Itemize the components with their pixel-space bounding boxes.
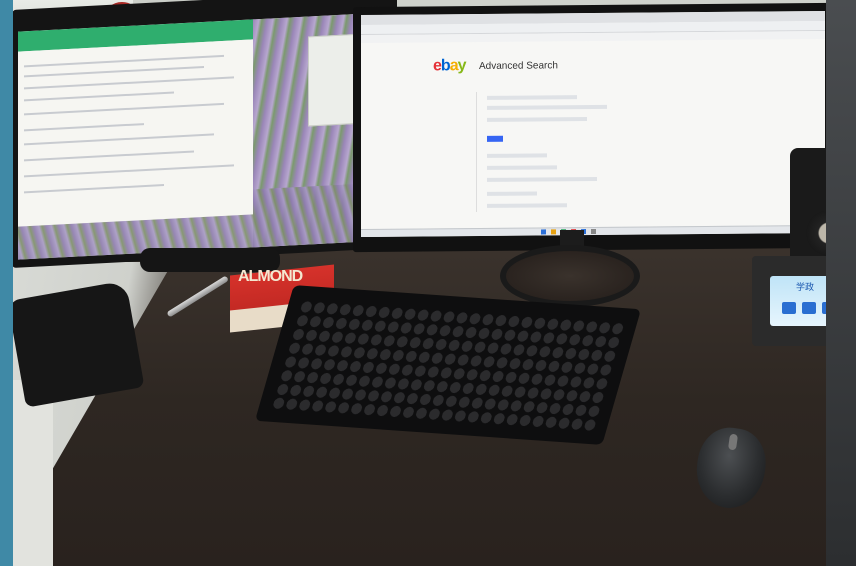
snack-label: ALMOND — [238, 268, 303, 285]
ebay-logo: ebay — [433, 57, 466, 75]
search-button — [487, 135, 503, 142]
left-monitor-screen — [18, 12, 390, 260]
keyboard-keys — [270, 299, 628, 433]
taskbar — [361, 224, 825, 238]
device-tile-1 — [782, 302, 796, 314]
right-background — [826, 0, 856, 566]
page-heading: Advanced Search — [479, 60, 558, 72]
spreadsheet-document — [18, 39, 253, 227]
right-monitor: ebay Advanced Search — [353, 2, 833, 253]
right-monitor-stand — [500, 245, 640, 307]
device-label: 学政 — [796, 282, 815, 292]
shelf — [13, 380, 53, 566]
black-bag — [7, 280, 145, 408]
desk-photo: ebay Advanced Search 学政 ALMOND — [0, 0, 856, 566]
right-monitor-screen: ebay Advanced Search — [361, 10, 825, 238]
left-frame-border — [0, 0, 13, 566]
device-tile-2 — [802, 302, 816, 314]
keyboard — [254, 285, 642, 445]
search-sidebar — [441, 92, 477, 213]
left-monitor — [12, 0, 397, 269]
